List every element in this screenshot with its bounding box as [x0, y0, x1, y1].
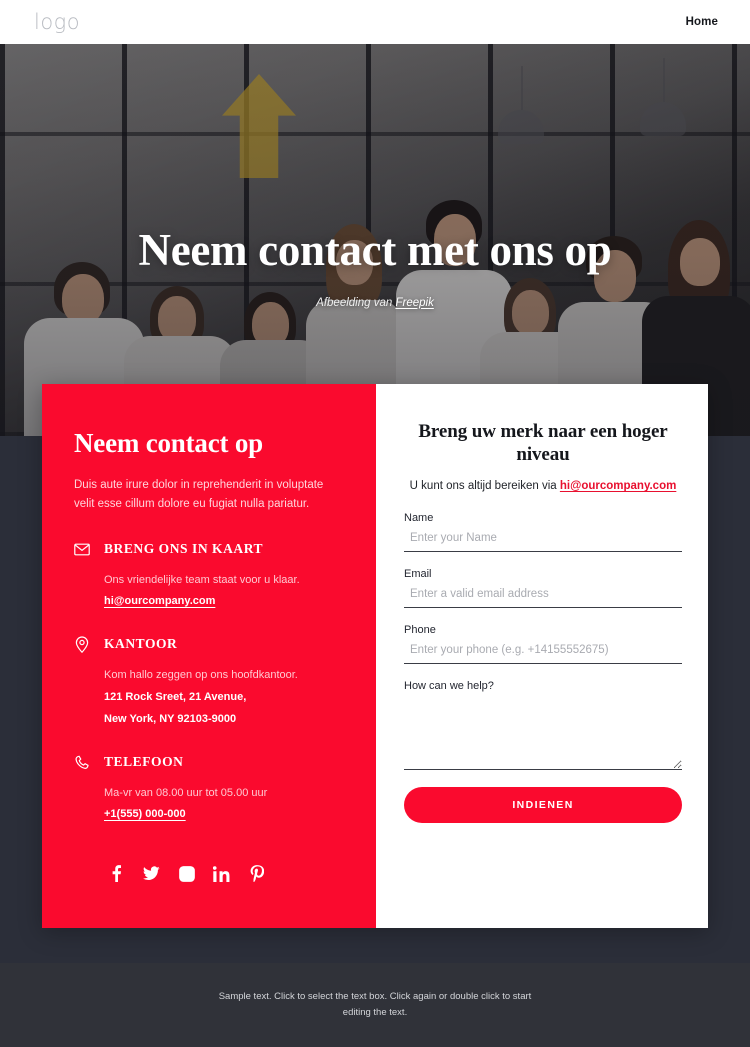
envelope-icon [74, 541, 90, 557]
footer-sample-text[interactable]: Sample text. Click to select the text bo… [210, 989, 540, 1020]
page-title: Neem contact met ons op [138, 225, 612, 275]
info-block-body: Kom hallo zeggen op ons hoofdkantoor. 12… [74, 664, 342, 730]
info-block-body: Ma-vr van 08.00 uur tot 05.00 uur +1(555… [74, 782, 342, 825]
info-block-header: TELEFOON [74, 754, 342, 770]
site-footer: Sample text. Click to select the text bo… [0, 963, 750, 1047]
name-input[interactable] [404, 530, 682, 553]
submit-button[interactable]: INDIENEN [404, 787, 682, 824]
info-block-header: KANTOOR [74, 636, 342, 653]
image-credit-caption: Afbeelding van Freepik [30, 297, 720, 309]
info-block-desc: Ons vriendelijke team staat voor u klaar… [104, 574, 300, 587]
contact-card-heading: Neem contact op [74, 428, 263, 458]
phone-icon [74, 754, 90, 770]
info-block-desc: Kom hallo zeggen op ons hoofdkantoor. [104, 669, 298, 682]
linkedin-icon[interactable] [213, 865, 230, 882]
info-block-header: BRENG ONS IN KAART [74, 541, 342, 557]
page-root: logo Home Neem contact met ons op Afbeel… [0, 0, 750, 1047]
hero-section: Neem contact met ons op Afbeelding van F… [0, 44, 750, 436]
freepik-link[interactable]: Freepik [395, 297, 433, 309]
info-block-desc: Ma-vr van 08.00 uur tot 05.00 uur [104, 787, 268, 800]
phone-input[interactable] [404, 642, 682, 665]
info-block-email: BRENG ONS IN KAART Ons vriendelijke team… [74, 541, 342, 612]
info-block-phone: TELEFOON Ma-vr van 08.00 uur tot 05.00 u… [74, 754, 342, 825]
facebook-icon[interactable] [108, 865, 125, 882]
info-block-title: KANTOOR [104, 636, 178, 652]
info-block-office: KANTOOR Kom hallo zeggen op ons hoofdkan… [74, 636, 342, 730]
field-message: How can we help? [404, 680, 682, 771]
info-block-title: TELEFOON [104, 754, 184, 770]
form-subtitle-prefix: U kunt ons altijd bereiken via [409, 480, 560, 493]
address-line-1: 121 Rock Sreet, 21 Avenue, [104, 691, 247, 704]
address-line-2: New York, NY 92103-9000 [104, 713, 237, 726]
site-header: logo Home [0, 0, 750, 44]
contact-info-card: Neem contact op Duis aute irure dolor in… [42, 384, 376, 928]
field-email: Email [404, 568, 682, 609]
contact-card-description: Duis aute irure dolor in reprehenderit i… [74, 479, 324, 510]
phone-link[interactable]: +1(555) 000-000 [104, 804, 186, 825]
hero-content: Neem contact met ons op Afbeelding van F… [0, 226, 750, 309]
label-phone: Phone [404, 624, 436, 637]
label-email: Email [404, 568, 432, 581]
info-block-body: Ons vriendelijke team staat voor u klaar… [74, 569, 342, 612]
label-name: Name [404, 512, 434, 525]
social-links [108, 865, 265, 882]
image-credit-prefix: Afbeelding van [316, 296, 396, 309]
form-subtitle: U kunt ons altijd bereiken via hi@ourcom… [404, 480, 682, 492]
field-name: Name [404, 512, 682, 553]
email-link[interactable]: hi@ourcompany.com [104, 591, 215, 612]
instagram-icon[interactable] [178, 865, 195, 882]
email-input[interactable] [404, 586, 682, 609]
site-logo[interactable]: logo [34, 11, 80, 33]
main-navigation: Home [686, 16, 718, 28]
twitter-icon[interactable] [143, 865, 160, 882]
field-phone: Phone [404, 624, 682, 665]
message-textarea[interactable] [404, 698, 682, 771]
map-pin-icon [74, 636, 90, 653]
contact-section: Neem contact op Duis aute irure dolor in… [42, 384, 708, 928]
pinterest-icon[interactable] [248, 865, 265, 882]
contact-form-card: Breng uw merk naar een hoger niveau U ku… [376, 384, 708, 928]
form-email-link[interactable]: hi@ourcompany.com [560, 480, 676, 492]
form-title: Breng uw merk naar een hoger niveau [418, 421, 668, 466]
label-message: How can we help? [404, 680, 494, 693]
info-block-title: BRENG ONS IN KAART [104, 541, 264, 557]
nav-item-home[interactable]: Home [686, 16, 718, 28]
